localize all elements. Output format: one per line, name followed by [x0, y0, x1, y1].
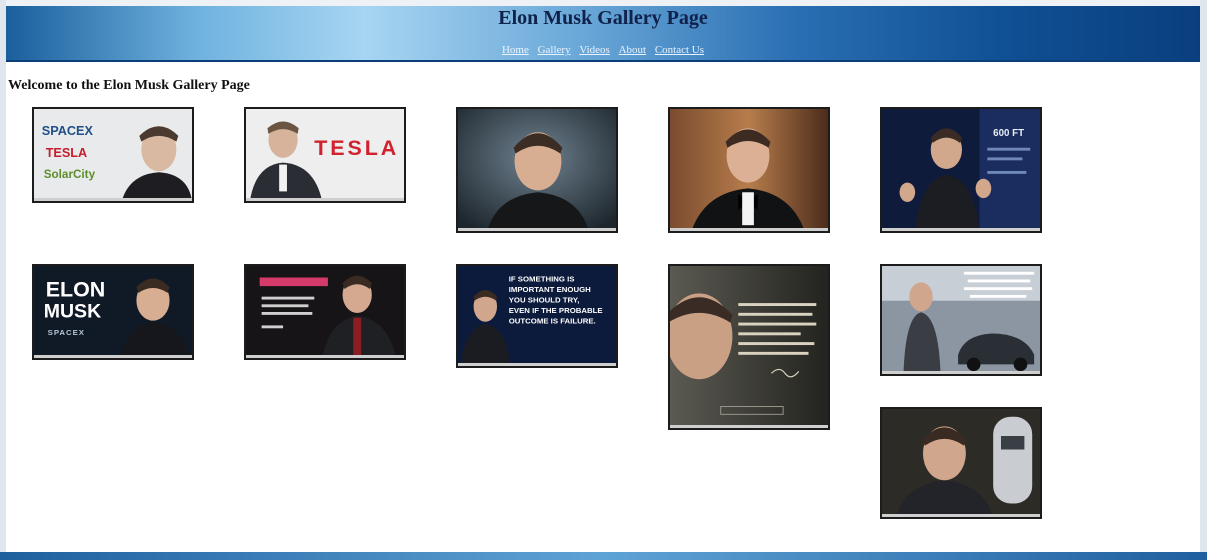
car-launch-photo — [882, 266, 1040, 374]
top-nav: Home Gallery Videos About Contact Us — [6, 44, 1200, 56]
motivational-quote-photo: IF SOMETHING IS IMPORTANT ENOUGH YOU SHO… — [458, 266, 616, 366]
thumbnail-footer — [670, 228, 828, 231]
thumbnail-footer — [246, 355, 404, 358]
thumbnail-caption: SPACEX — [42, 124, 94, 138]
nav-link-home[interactable]: Home — [502, 44, 529, 56]
smiling-portrait-photo — [458, 109, 616, 231]
nav-link-contact-us[interactable]: Contact Us — [655, 44, 704, 56]
thumbnail-footer — [882, 514, 1040, 517]
page-title: Elon Musk Gallery Page — [498, 7, 708, 29]
gallery-thumbnail[interactable]: SPACEX TESLA SolarCity — [32, 107, 194, 203]
thumbnail-caption: TESLA — [46, 146, 88, 160]
elon-musk-title-photo: ELON MUSK SPACEX — [34, 266, 192, 358]
thumbnail-footer — [458, 228, 616, 231]
welcome-heading: Welcome to the Elon Musk Gallery Page — [8, 78, 250, 93]
thumbnail-caption: OUTCOME IS FAILURE. — [509, 317, 596, 326]
gallery-thumbnail[interactable] — [668, 107, 830, 233]
page-header: Elon Musk Gallery Page Home Gallery Vide… — [6, 6, 1200, 62]
thumbnail-caption: IMPORTANT ENOUGH — [509, 285, 591, 294]
gallery-thumbnail[interactable] — [668, 264, 830, 430]
tuxedo-portrait-photo — [670, 109, 828, 231]
quote-closeup-photo — [670, 266, 828, 428]
thumbnail-footer — [882, 228, 1040, 231]
thumbnail-caption: YOU SHOULD TRY, — [509, 296, 580, 305]
thumbnail-caption: MUSK — [44, 302, 101, 323]
gallery-thumbnail[interactable]: ELON MUSK SPACEX — [32, 264, 194, 360]
thumbnail-caption: IF SOMETHING IS — [509, 274, 575, 283]
page-footer-bar — [0, 552, 1207, 560]
thumbnail-footer — [246, 198, 404, 201]
window-right-edge — [1200, 0, 1207, 560]
thumbnail-caption: 600 FT — [993, 128, 1024, 139]
tesla-presentation-photo: TESLA — [246, 109, 404, 201]
thumbnail-caption: SPACEX — [48, 328, 85, 337]
thumbnail-caption: SolarCity — [44, 168, 96, 181]
stage-talk-photo: 600 FT — [882, 109, 1040, 231]
window-left-edge — [0, 0, 6, 560]
rocket-factory-photo — [882, 409, 1040, 517]
thumbnail-footer — [882, 371, 1040, 374]
gallery-thumbnail[interactable] — [880, 407, 1042, 519]
gallery-thumbnail[interactable] — [880, 264, 1042, 376]
interview-quote-photo — [246, 266, 404, 358]
gallery-thumbnail[interactable]: IF SOMETHING IS IMPORTANT ENOUGH YOU SHO… — [456, 264, 618, 368]
thumbnail-caption: ELON — [46, 278, 106, 302]
nav-link-about[interactable]: About — [619, 44, 647, 56]
thumbnail-footer — [34, 198, 192, 201]
thumbnail-caption: TESLA — [314, 136, 399, 160]
thumbnail-footer — [34, 355, 192, 358]
gallery-thumbnail[interactable]: 600 FT — [880, 107, 1042, 233]
nav-link-gallery[interactable]: Gallery — [538, 44, 571, 56]
gallery-thumbnail[interactable] — [244, 264, 406, 360]
nav-link-videos[interactable]: Videos — [579, 44, 610, 56]
thumbnail-footer — [458, 363, 616, 366]
thumbnail-caption: EVEN IF THE PROBABLE — [509, 306, 603, 315]
gallery-thumbnail[interactable] — [456, 107, 618, 233]
company-logos-photo: SPACEX TESLA SolarCity — [34, 109, 192, 201]
thumbnail-footer — [670, 425, 828, 428]
gallery-thumbnail[interactable]: TESLA — [244, 107, 406, 203]
